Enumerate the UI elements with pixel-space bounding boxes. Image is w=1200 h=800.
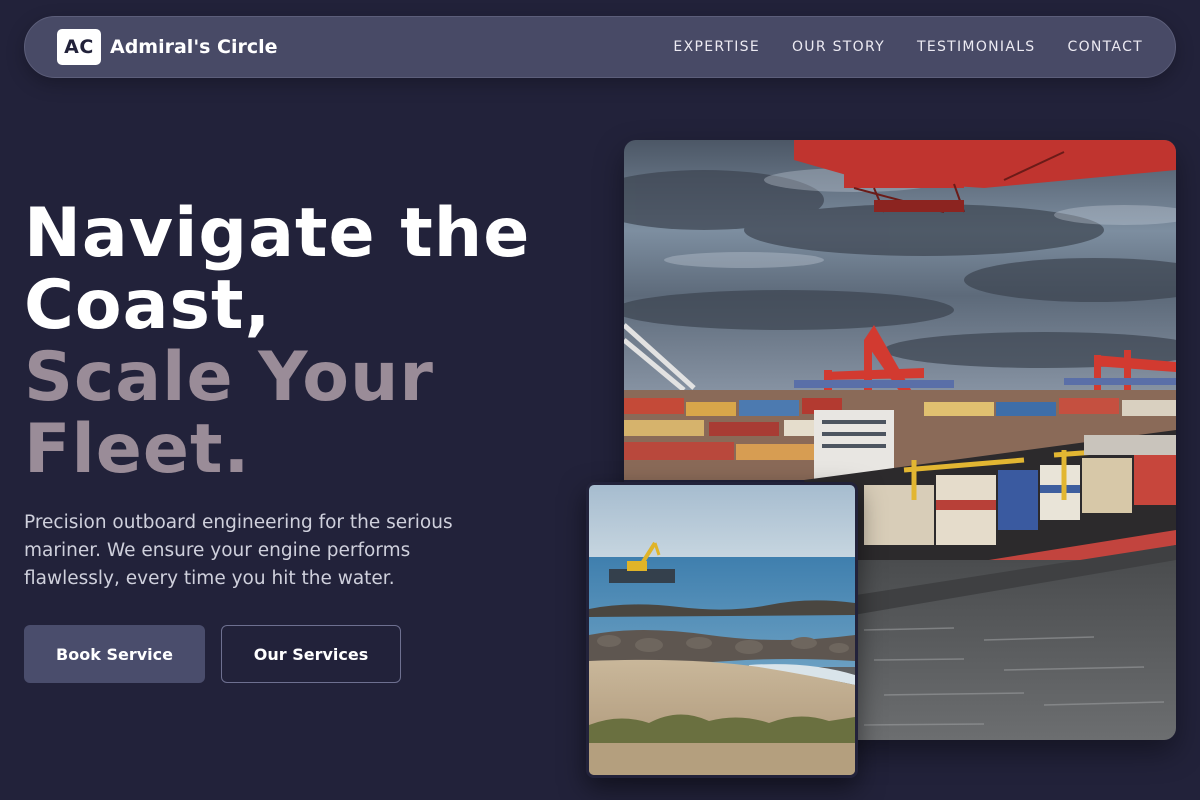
nav-link-contact[interactable]: CONTACT (1068, 39, 1144, 55)
logo-badge: AC (57, 29, 101, 65)
nav-link-our-story[interactable]: OUR STORY (792, 39, 885, 55)
hero-title-line-3: Scale Your (24, 338, 434, 417)
hero-title-line-2: Coast, (24, 266, 272, 345)
coastal-breakwater-illustration (589, 485, 855, 775)
nav-links: EXPERTISE OUR STORY TESTIMONIALS CONTACT (673, 39, 1143, 55)
nav-link-testimonials[interactable]: TESTIMONIALS (917, 39, 1036, 55)
nav-link-expertise[interactable]: EXPERTISE (673, 39, 760, 55)
our-services-button[interactable]: Our Services (221, 625, 401, 683)
hero-title: Navigate the Coast, Scale Your Fleet. (24, 198, 584, 486)
hero-title-line-1: Navigate the (24, 194, 531, 273)
hero-title-line-4: Fleet. (24, 410, 251, 489)
landing-page: AC Admiral's Circle EXPERTISE OUR STORY … (0, 0, 1200, 800)
top-navbar: AC Admiral's Circle EXPERTISE OUR STORY … (24, 16, 1176, 78)
brand-name: Admiral's Circle (110, 36, 278, 58)
coastal-breakwater-image (586, 482, 858, 778)
hero-subtitle: Precision outboard engineering for the s… (24, 512, 453, 589)
book-service-button[interactable]: Book Service (24, 625, 205, 683)
brand-logo-link[interactable]: AC Admiral's Circle (57, 29, 278, 65)
